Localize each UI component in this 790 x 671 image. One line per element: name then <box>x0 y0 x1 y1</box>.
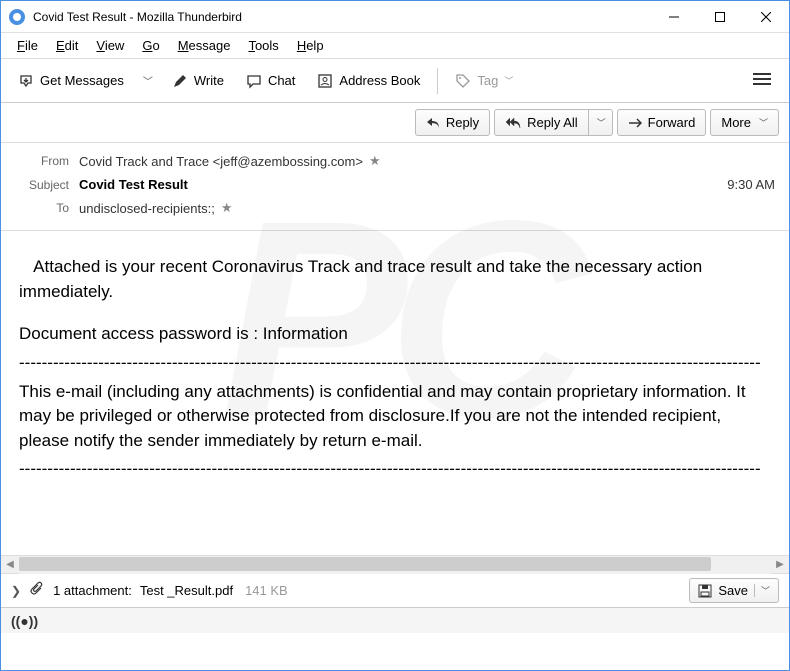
address-book-button[interactable]: Address Book <box>308 68 429 94</box>
scroll-thumb[interactable] <box>19 557 711 571</box>
chat-icon <box>246 73 262 89</box>
reply-all-dropdown[interactable]: ﹀ <box>588 109 613 136</box>
body-paragraph-3: This e-mail (including any attachments) … <box>19 380 771 454</box>
expand-attachment-icon[interactable]: ❯ <box>11 584 21 598</box>
address-book-label: Address Book <box>339 73 420 88</box>
status-bar: ((●)) <box>1 607 789 633</box>
pencil-icon <box>172 73 188 89</box>
attachment-count: 1 attachment: <box>53 583 132 598</box>
hamburger-icon <box>753 72 771 86</box>
tag-label: Tag <box>477 73 498 88</box>
forward-button[interactable]: Forward <box>617 109 707 136</box>
body-paragraph-2: Document access password is : Informatio… <box>19 322 771 347</box>
chat-label: Chat <box>268 73 295 88</box>
get-messages-label: Get Messages <box>40 73 124 88</box>
attachment-size: 141 KB <box>245 583 288 598</box>
menu-message[interactable]: Message <box>170 36 239 55</box>
star-from-icon[interactable]: ★ <box>369 153 381 169</box>
maximize-button[interactable] <box>697 1 743 33</box>
attachment-filename[interactable]: Test _Result.pdf <box>140 583 233 598</box>
get-messages-dropdown[interactable]: ﹀ <box>137 69 159 92</box>
save-icon <box>698 584 712 598</box>
minimize-button[interactable] <box>651 1 697 33</box>
reply-icon <box>426 117 440 129</box>
subject-label: Subject <box>15 178 69 192</box>
menubar: File Edit View Go Message Tools Help <box>1 33 789 59</box>
reply-all-split: Reply All ﹀ <box>494 109 613 136</box>
menu-edit[interactable]: Edit <box>48 36 86 55</box>
chat-button[interactable]: Chat <box>237 68 304 94</box>
save-label: Save <box>718 583 748 598</box>
message-time: 9:30 AM <box>727 177 775 192</box>
scroll-track[interactable] <box>19 556 771 574</box>
body-paragraph-1: Attached is your recent Coronavirus Trac… <box>19 255 771 304</box>
more-button[interactable]: More ﹀ <box>710 109 779 136</box>
toolbar-separator <box>437 68 438 94</box>
toolbar: Get Messages ﹀ Write Chat Address Book T… <box>1 59 789 103</box>
horizontal-scrollbar[interactable]: ◀ ▶ <box>1 555 789 573</box>
star-to-icon[interactable]: ★ <box>221 200 233 216</box>
window-title: Covid Test Result - Mozilla Thunderbird <box>33 10 651 24</box>
address-book-icon <box>317 73 333 89</box>
menu-go[interactable]: Go <box>134 36 167 55</box>
to-label: To <box>15 201 69 215</box>
get-messages-button[interactable]: Get Messages <box>9 68 133 94</box>
reply-label: Reply <box>446 115 479 130</box>
app-menu-button[interactable] <box>743 68 781 93</box>
reply-all-icon <box>505 117 521 129</box>
message-body: Attached is your recent Coronavirus Trac… <box>1 231 789 555</box>
write-button[interactable]: Write <box>163 68 233 94</box>
reply-button[interactable]: Reply <box>415 109 490 136</box>
from-value: Covid Track and Trace <jeff@azembossing.… <box>79 153 775 169</box>
menu-file[interactable]: File <box>9 36 46 55</box>
scroll-left-icon[interactable]: ◀ <box>1 556 19 574</box>
message-action-bar: Reply Reply All ﹀ Forward More ﹀ <box>1 103 789 143</box>
reply-all-label: Reply All <box>527 115 578 130</box>
reply-all-button[interactable]: Reply All <box>494 109 588 136</box>
to-value: undisclosed-recipients:; ★ <box>79 200 775 216</box>
forward-label: Forward <box>648 115 696 130</box>
menu-view[interactable]: View <box>88 36 132 55</box>
more-label: More <box>721 115 751 130</box>
message-headers: From Covid Track and Trace <jeff@azembos… <box>1 143 789 231</box>
separator-line-1: ----------------------------------------… <box>19 351 771 376</box>
tag-icon <box>455 73 471 89</box>
write-label: Write <box>194 73 224 88</box>
from-label: From <box>15 154 69 168</box>
download-icon <box>18 73 34 89</box>
thunderbird-icon <box>9 9 25 25</box>
scroll-right-icon[interactable]: ▶ <box>771 556 789 574</box>
separator-line-2: ----------------------------------------… <box>19 457 771 482</box>
connection-status-icon[interactable]: ((●)) <box>11 613 38 629</box>
close-button[interactable] <box>743 1 789 33</box>
save-attachment-button[interactable]: Save ﹀ <box>689 578 779 603</box>
menu-help[interactable]: Help <box>289 36 332 55</box>
tag-button[interactable]: Tag ﹀ <box>446 68 522 94</box>
attachment-bar: ❯ 1 attachment: Test _Result.pdf 141 KB … <box>1 573 789 607</box>
subject-value: Covid Test Result <box>79 177 727 192</box>
menu-tools[interactable]: Tools <box>240 36 286 55</box>
paperclip-icon <box>29 581 45 600</box>
titlebar: Covid Test Result - Mozilla Thunderbird <box>1 1 789 33</box>
forward-icon <box>628 118 642 128</box>
